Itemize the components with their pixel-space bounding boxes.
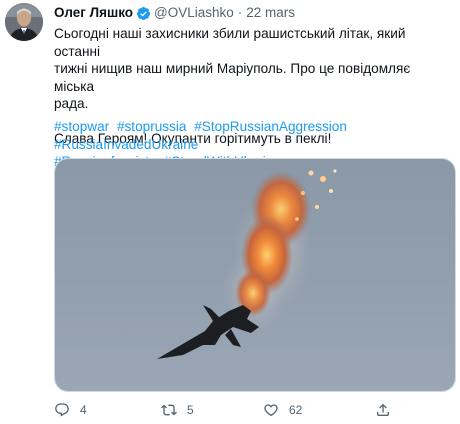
avatar-image xyxy=(5,3,43,41)
retweet-button[interactable]: 5 xyxy=(161,401,194,419)
hashtag-link[interactable]: #StopRussianAggression xyxy=(194,119,347,134)
share-icon xyxy=(377,403,389,416)
verified-badge-icon xyxy=(136,6,151,20)
hashtag-link[interactable]: #stopwar xyxy=(54,119,109,134)
retweet-icon xyxy=(161,404,177,416)
author-name[interactable]: Олег Ляшко xyxy=(54,5,133,21)
hashtag-link[interactable]: #stoprussia xyxy=(117,119,187,134)
author-handle[interactable]: @OVLiashko xyxy=(154,5,234,21)
avatar[interactable] xyxy=(5,3,43,41)
tweet-text-line: Сьогодні наші захисники збили рашистськи… xyxy=(54,26,406,59)
separator-dot: · xyxy=(237,5,243,20)
tweet-text-line: рада. xyxy=(54,96,89,111)
heart-icon xyxy=(264,404,278,417)
reply-button[interactable]: 4 xyxy=(54,401,87,419)
hashtag-link[interactable]: #RussiaInvadedUkraine xyxy=(54,137,198,152)
tweet-header: Олег Ляшко @OVLiashko · 22 mars xyxy=(54,5,295,21)
tweet-photo[interactable] xyxy=(54,158,456,392)
tweet-text-line: тижні нищив наш мирний Маріуполь. Про це… xyxy=(54,61,411,94)
retweet-count: 5 xyxy=(187,403,194,417)
tweet-actions: 4 5 62 xyxy=(54,401,454,421)
tweet-date[interactable]: 22 mars xyxy=(246,5,295,21)
tweet[interactable]: Олег Ляшко @OVLiashko · 22 mars Сьогодні… xyxy=(0,0,460,424)
like-button[interactable]: 62 xyxy=(263,401,302,419)
reply-icon xyxy=(55,403,69,417)
like-count: 62 xyxy=(289,403,303,417)
burning-jet-image xyxy=(55,159,455,391)
reply-count: 4 xyxy=(80,403,87,417)
share-button[interactable] xyxy=(375,401,391,419)
